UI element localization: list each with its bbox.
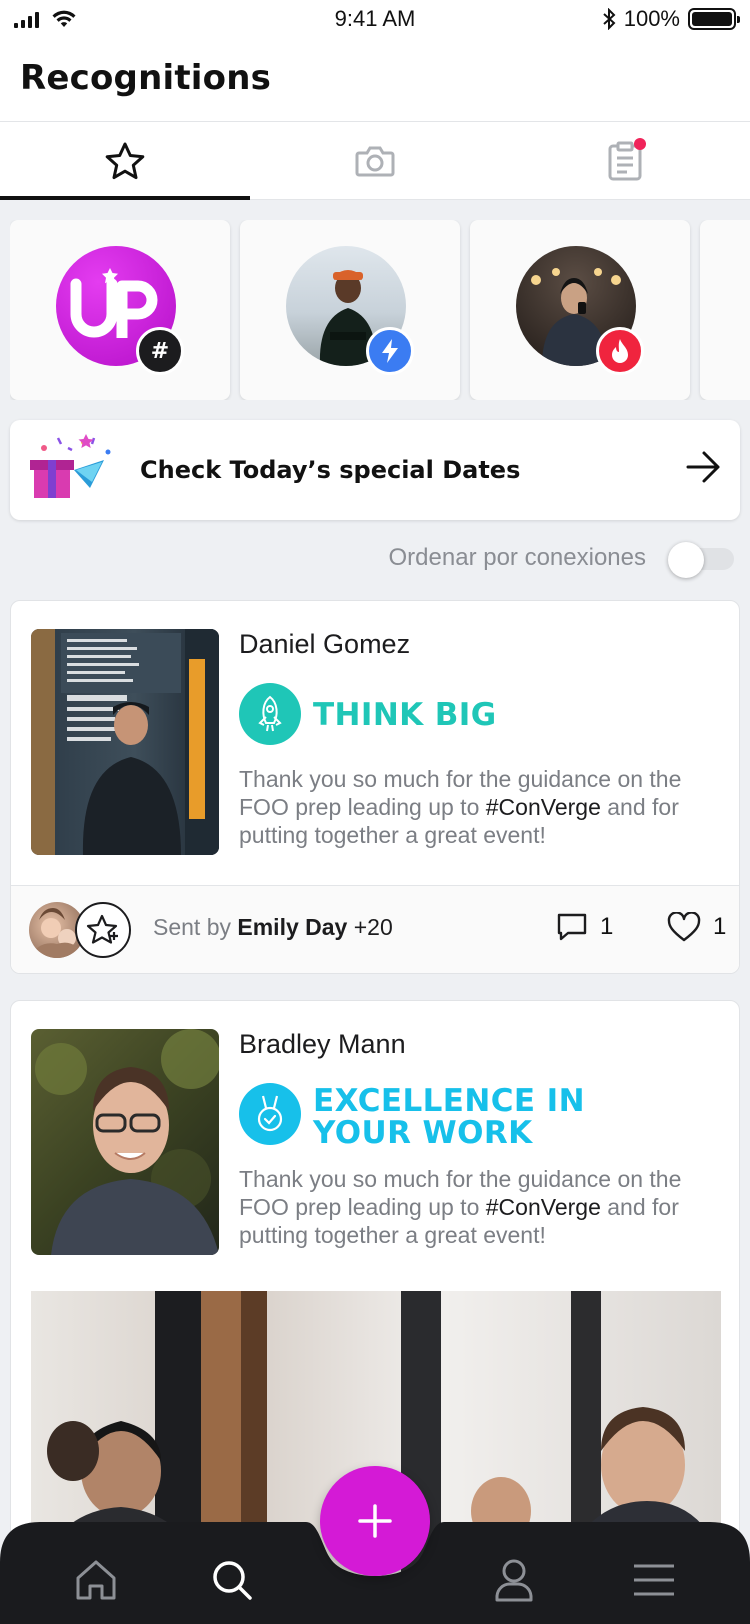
gift-icon (30, 434, 111, 498)
story-card-up[interactable]: # (10, 220, 230, 400)
comment-count: 1 (600, 913, 614, 940)
comment-icon (557, 913, 587, 941)
star-icon (105, 142, 145, 179)
search-icon (213, 1561, 252, 1600)
tab-recognitions[interactable] (0, 122, 250, 200)
story-card-user-3[interactable] (470, 220, 690, 400)
sent-by-text: Sent by Emily Day +20 (153, 914, 393, 940)
value-badge (239, 683, 301, 745)
recipient-photo[interactable] (31, 629, 219, 855)
special-dates-banner[interactable]: Check Today’s special Dates (10, 420, 740, 520)
battery-icon (688, 8, 740, 30)
arrow-right-icon (686, 451, 720, 483)
value-badge (239, 1083, 301, 1145)
stories-carousel: # (10, 220, 750, 400)
status-bar: 9:41 AM 100% (0, 0, 750, 44)
add-recognition-button[interactable] (320, 1466, 430, 1576)
hashtag-link[interactable]: #ConVerge (486, 1194, 601, 1220)
tab-photos[interactable] (250, 122, 500, 199)
sender-name[interactable]: Emily Day (237, 914, 347, 940)
person-photo (31, 629, 219, 855)
bluetooth-icon (603, 8, 616, 30)
hashtag-badge: # (136, 327, 184, 375)
nav-home[interactable] (66, 1550, 126, 1610)
menu-icon (634, 1564, 674, 1596)
person-photo (35, 1029, 219, 1255)
card-footer: Sent by Emily Day +20 1 1 (11, 885, 739, 973)
heart-icon (667, 912, 701, 942)
sender-count[interactable]: +20 (354, 914, 393, 940)
value-title: EXCELLENCE IN YOUR WORK (313, 1083, 585, 1151)
lightning-badge (366, 327, 414, 375)
nav-profile[interactable] (484, 1550, 544, 1610)
tab-bar (0, 122, 750, 200)
recipient-name[interactable]: Bradley Mann (239, 1029, 406, 1060)
recognition-message: Thank you so much for the guidance on th… (239, 1166, 682, 1248)
recipient-photo[interactable] (31, 1029, 219, 1255)
story-card-user-2[interactable] (240, 220, 460, 400)
story-card-partial[interactable] (700, 220, 750, 400)
camera-icon (355, 146, 395, 176)
recognition-card: Daniel Gomez THINK BIG Thank you so much… (10, 600, 740, 974)
home-icon (76, 1560, 116, 1600)
like-button[interactable]: 1 (667, 912, 726, 942)
lightning-icon (382, 339, 398, 363)
medal-icon (257, 1095, 283, 1132)
app-header: Recognitions (0, 44, 750, 122)
recognition-message: Thank you so much for the guidance on th… (239, 766, 682, 848)
battery-percentage: 100% (623, 6, 680, 31)
plus-icon (358, 1504, 392, 1538)
nav-menu[interactable] (624, 1550, 684, 1610)
notification-dot (634, 138, 646, 150)
profile-icon (495, 1559, 533, 1602)
flame-icon (612, 339, 628, 363)
recipient-name[interactable]: Daniel Gomez (239, 629, 410, 660)
value-title: THINK BIG (313, 697, 497, 733)
tab-clipboard[interactable] (500, 122, 750, 199)
page-title: Recognitions (20, 58, 272, 98)
flame-badge (596, 327, 644, 375)
comments-button[interactable]: 1 (556, 912, 613, 942)
sort-row: Ordenar por conexiones (0, 540, 750, 580)
star-plus-icon (86, 914, 118, 944)
rocket-icon (258, 695, 282, 732)
hashtag-link[interactable]: #ConVerge (486, 794, 601, 820)
star-add-button[interactable] (75, 902, 131, 958)
sort-by-connections-label: Ordenar por conexiones (388, 544, 646, 571)
nav-search[interactable] (202, 1550, 262, 1610)
special-dates-label: Check Today’s special Dates (140, 456, 521, 484)
like-count: 1 (713, 913, 727, 940)
sort-by-connections-toggle[interactable] (668, 542, 736, 578)
hashtag-icon: # (150, 338, 170, 364)
